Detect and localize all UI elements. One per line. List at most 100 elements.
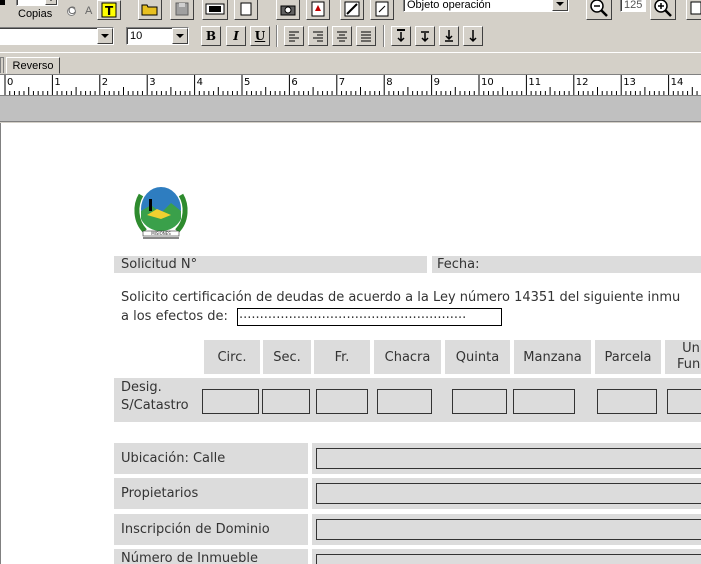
svg-text:T: T xyxy=(105,4,114,18)
row-field-numero-inmueble xyxy=(312,549,701,564)
ruler-number: 6 xyxy=(291,77,297,88)
arrow-down-icon[interactable] xyxy=(463,26,483,46)
document-page[interactable]: MISIONES Solicitud N° Fecha: Solicito ce… xyxy=(0,123,701,564)
header-chacra: Chacra xyxy=(374,340,441,374)
italic-button[interactable]: I xyxy=(226,26,246,46)
object-operation-value: Objeto operación xyxy=(407,0,491,11)
ruler-margin-band xyxy=(0,96,701,122)
input-propietarios[interactable] xyxy=(316,483,701,504)
valign-top-icon[interactable] xyxy=(391,26,411,46)
font-size-value: 10 xyxy=(130,30,143,42)
valign-middle-icon[interactable] xyxy=(415,26,435,46)
ruler-number: 2 xyxy=(102,77,108,88)
header-sec: Sec. xyxy=(263,340,311,374)
toolbar-separator xyxy=(276,25,278,47)
object-operation-combo[interactable]: Objeto operación xyxy=(403,0,569,12)
tab-left-stub[interactable] xyxy=(0,57,4,73)
toolbar-row-1: Copias C A T Objeto operación 125 xyxy=(0,0,701,24)
input-numero-inmueble[interactable] xyxy=(316,554,701,564)
radio-a-label: A xyxy=(85,5,93,17)
align-center-icon[interactable] xyxy=(332,26,352,46)
ruler-ticks: 0 1 2 3 4 5 6 7 8 9 10 11 12 13 14 xyxy=(4,75,698,95)
align-justify-icon[interactable] xyxy=(356,26,376,46)
font-name-combo[interactable] xyxy=(0,27,114,45)
desig-label: Desig. xyxy=(121,380,162,395)
bold-button[interactable]: B xyxy=(201,26,221,46)
pdf-export-icon[interactable] xyxy=(306,0,330,20)
tab-strip: Reverso xyxy=(0,52,701,74)
province-shield-logo: MISIONES xyxy=(127,181,195,245)
toolbar-row-2: 10 B I U xyxy=(0,24,701,52)
edit-page-icon[interactable] xyxy=(370,0,394,20)
input-circ[interactable] xyxy=(202,389,259,414)
input-manzana[interactable] xyxy=(513,389,575,414)
input-fr[interactable] xyxy=(316,389,368,414)
zoom-out-icon[interactable] xyxy=(586,0,612,20)
ruler-number: 11 xyxy=(528,77,541,88)
ruler-number: 10 xyxy=(481,77,494,88)
save-disk-icon[interactable] xyxy=(170,0,194,20)
header-fr: Fr. xyxy=(314,340,370,374)
align-right-icon[interactable] xyxy=(308,26,328,46)
row-label-propietarios: Propietarios xyxy=(114,478,308,509)
ruler-number: 5 xyxy=(244,77,250,88)
header-parcela: Parcela xyxy=(595,340,661,374)
camera-icon[interactable] xyxy=(276,0,300,20)
draw-tool-icon[interactable] xyxy=(340,0,364,20)
row-label-inscripcion: Inscripción de Dominio xyxy=(114,514,308,545)
row-label-ubicacion: Ubicación: Calle xyxy=(114,443,308,474)
copies-spinner[interactable] xyxy=(16,0,58,6)
header-quinta: Quinta xyxy=(445,340,510,374)
align-left-icon[interactable] xyxy=(284,26,304,46)
input-sec[interactable] xyxy=(262,389,310,414)
valign-bottom-icon[interactable] xyxy=(439,26,459,46)
row-field-inscripcion xyxy=(312,514,701,545)
header-unidad-funcional: Uni Fund xyxy=(665,340,701,374)
ruler-number: 12 xyxy=(576,77,589,88)
zoom-in-icon[interactable] xyxy=(650,0,676,20)
ruler-number: 7 xyxy=(339,77,345,88)
input-parcela[interactable] xyxy=(597,389,657,414)
solicitud-label: Solicitud N° xyxy=(121,257,198,272)
desig-label-catastro: S/Catastro xyxy=(121,398,189,413)
radio-c-label: C xyxy=(68,5,76,17)
underline-button[interactable]: U xyxy=(250,26,270,46)
header-circ: Circ. xyxy=(204,340,260,374)
ruler-number: 0 xyxy=(7,77,13,88)
copies-label: Copias xyxy=(18,8,53,20)
blank-page-icon[interactable] xyxy=(234,0,258,20)
highlight-text-icon[interactable]: T xyxy=(97,0,121,20)
ruler-number: 1 xyxy=(54,77,60,88)
ruler-number: 13 xyxy=(623,77,636,88)
input-quinta[interactable] xyxy=(452,389,507,414)
tab-reverso-label: Reverso xyxy=(12,59,54,72)
ruler-number: 14 xyxy=(671,77,684,88)
tab-reverso[interactable]: Reverso xyxy=(6,57,60,74)
row-field-propietarios xyxy=(312,478,701,509)
svg-text:MISIONES: MISIONES xyxy=(151,231,171,236)
zoom-value: 125 xyxy=(624,0,643,11)
intro-text-line-2: a los efectos de: xyxy=(121,309,228,324)
row-field-ubicacion xyxy=(312,443,701,474)
header-manzana: Manzana xyxy=(514,340,591,374)
row-label-numero-inmueble: Número de Inmueble xyxy=(114,549,308,564)
font-size-combo[interactable]: 10 xyxy=(126,27,189,45)
toolbar-separator xyxy=(383,25,385,47)
ruler-number: 8 xyxy=(386,77,392,88)
efectos-input[interactable]: ........................................… xyxy=(237,308,502,326)
ruler-number: 4 xyxy=(197,77,203,88)
input-unidad-funcional[interactable] xyxy=(667,389,701,414)
zoom-value-field[interactable]: 125 xyxy=(620,0,646,12)
ruler-number: 9 xyxy=(434,77,440,88)
fecha-label: Fecha: xyxy=(437,257,480,272)
efectos-dots: ........................................… xyxy=(239,308,467,322)
horizontal-ruler[interactable]: 0 1 2 3 4 5 6 7 8 9 10 11 12 13 14 xyxy=(0,74,701,96)
open-folder-icon[interactable] xyxy=(138,0,162,20)
input-inscripcion-dominio[interactable] xyxy=(316,519,701,540)
printer-small-icon[interactable] xyxy=(0,0,8,10)
ruler-number: 3 xyxy=(149,77,155,88)
film-strip-icon[interactable] xyxy=(202,0,228,20)
input-ubicacion-calle[interactable] xyxy=(316,448,701,469)
page-view-icon[interactable] xyxy=(686,0,701,20)
input-chacra[interactable] xyxy=(377,389,432,414)
